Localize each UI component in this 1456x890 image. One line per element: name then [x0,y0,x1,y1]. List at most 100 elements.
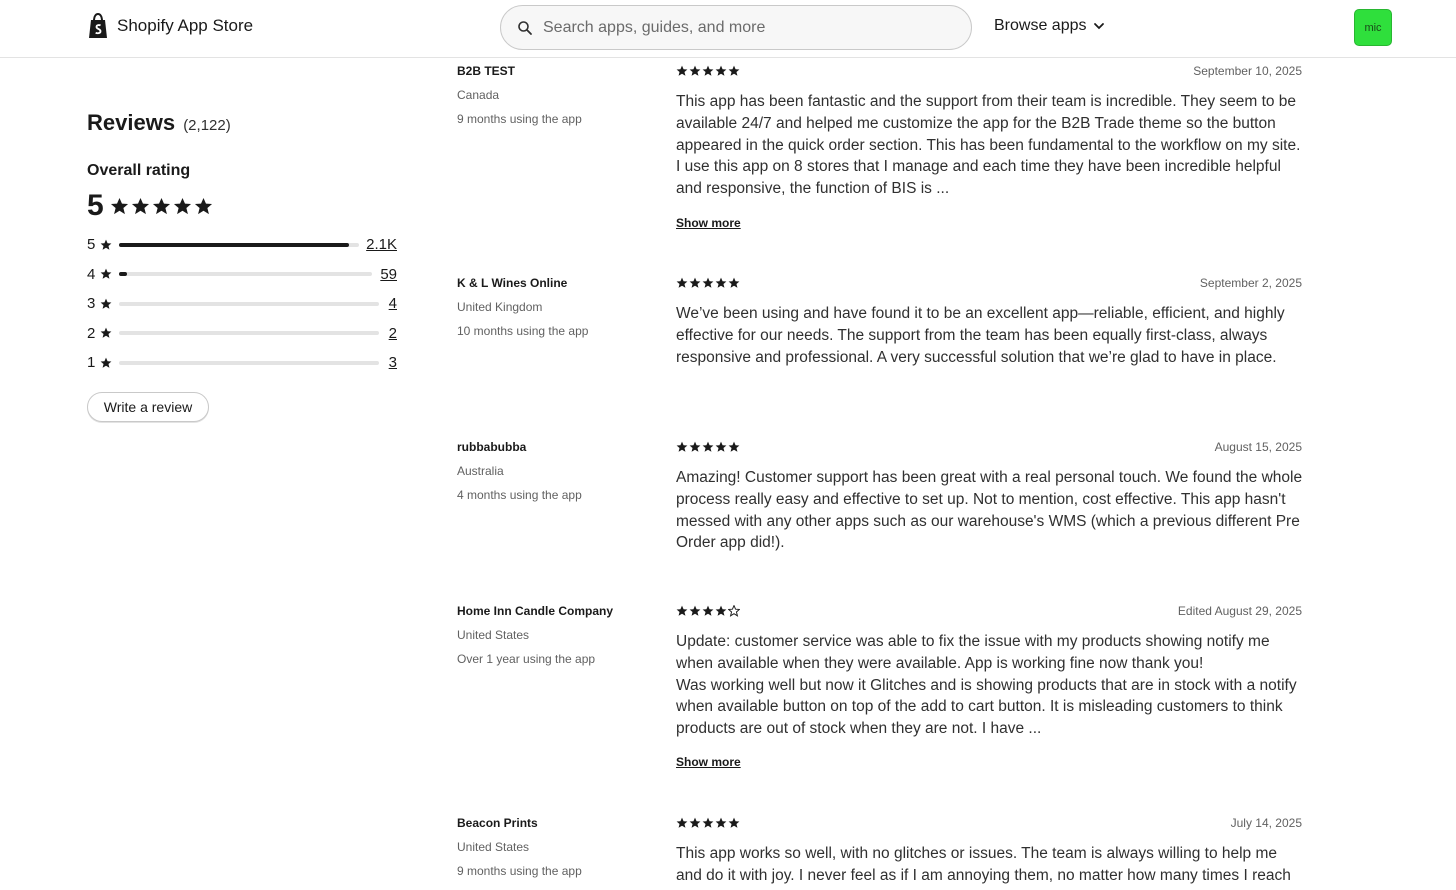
review-text: This app has been fantastic and the supp… [676,93,1301,198]
star-filled-icon [173,197,191,214]
review-date: August 15, 2025 [1214,440,1302,454]
star-filled-icon [715,817,727,828]
rating-bar-row[interactable]: 13 [87,348,397,378]
reviewer-country: Australia [457,464,504,478]
write-review-button[interactable]: Write a review [87,392,209,422]
review-text: This app works so well, with no glitches… [676,845,1291,890]
rating-bar-count-link[interactable]: 59 [380,266,397,283]
rating-bar-track [119,242,359,247]
reviewer-country: United States [457,628,530,642]
browse-apps-label: Browse apps [994,17,1087,34]
rating-bar-track [119,272,372,277]
star-icon [100,327,112,339]
star-icon [100,357,112,368]
reviewer-usage-duration: 9 months using the app [457,112,582,126]
review-rating-stars [676,277,740,289]
shopify-logo-link[interactable]: Shopify App Store [87,13,253,39]
star-filled-icon [728,817,740,828]
star-filled-icon [715,605,727,616]
rating-bar-fill [119,242,350,247]
reviewer-name: Beacon Prints [457,816,538,830]
rating-bar-fill [119,272,127,277]
star-filled-icon [728,277,740,288]
rating-bar-count-link[interactable]: 2.1K [366,236,397,253]
browse-apps-menu[interactable]: Browse apps [994,17,1105,35]
reviews-heading: Reviews (2,122) [87,110,231,136]
star-filled-icon [715,65,727,76]
shopify-bag-icon [89,13,107,38]
overall-rating: 5 [87,189,213,223]
star-icon [100,268,112,280]
review-text: Amazing! Customer support has been great… [676,469,1303,552]
star-filled-icon [702,817,714,828]
star-filled-icon [110,197,128,214]
review-text: We’ve been using and have found it to be… [676,305,1285,366]
star-filled-icon [715,441,727,452]
star-filled-icon [689,605,701,616]
rating-bar-count-link[interactable]: 4 [389,295,397,312]
overall-rating-value: 5 [87,189,104,222]
search-bar[interactable] [500,5,972,50]
review-date: July 14, 2025 [1230,816,1302,830]
review-rating-stars [676,65,740,77]
review-text: Update: customer service was able to fix… [676,633,1297,738]
star-filled-icon [715,277,727,288]
review-rating-stars [676,817,740,829]
star-filled-icon [702,605,714,616]
star-icon [100,239,112,250]
review-date: September 10, 2025 [1193,64,1302,78]
rating-bar-label: 5 [87,236,96,254]
overall-rating-label: Overall rating [87,162,191,179]
reviewer-usage-duration: 10 months using the app [457,324,589,338]
star-filled-icon [194,197,212,214]
show-more-link[interactable]: Show more [676,216,741,230]
star-filled-icon [676,605,688,616]
reviewer-name: rubbabubba [457,440,527,454]
star-filled-icon [689,817,701,828]
rating-bar-count-link[interactable]: 3 [389,354,397,371]
search-input[interactable] [543,18,943,37]
top-header: Shopify App Store Browse apps mic [0,0,1456,58]
account-avatar[interactable]: mic [1354,9,1392,46]
rating-bar-row[interactable]: 34 [87,289,397,319]
logo-text: Shopify App Store [117,16,254,35]
star-filled-icon [676,441,688,452]
reviews-title: Reviews [87,110,176,135]
star-filled-icon [676,65,688,76]
rating-distribution: 5 2.1K 4 59 3 4 2 2 1 3 [87,230,397,378]
star-filled-icon [728,65,740,76]
reviewer-usage-duration: Over 1 year using the app [457,652,596,666]
star-filled-icon [689,65,701,76]
reviewer-usage-duration: 9 months using the app [457,864,582,878]
review-date: September 2, 2025 [1199,276,1302,290]
star-filled-icon [689,441,701,452]
star-filled-icon [676,277,688,288]
rating-bar-track [119,360,379,365]
review-date: Edited August 29, 2025 [1177,604,1302,618]
rating-bar-row[interactable]: 22 [87,319,397,349]
rating-bar-track [119,301,379,306]
reviews-count: (2,122) [183,117,231,134]
star-empty-icon [728,605,740,617]
star-filled-icon [152,197,170,214]
reviewer-name: Home Inn Candle Company [457,604,614,618]
rating-bar-label: 2 [87,324,96,342]
review-rating-stars [676,441,740,453]
reviewer-country: Canada [457,88,500,102]
reviewer-usage-duration: 4 months using the app [457,488,582,502]
star-filled-icon [702,277,714,288]
show-more-link[interactable]: Show more [676,755,741,769]
rating-bar-row[interactable]: 4 59 [87,260,397,290]
review-rating-stars [676,605,740,617]
overall-rating-stars [110,197,213,216]
rating-bar-count-link[interactable]: 2 [389,325,397,342]
star-filled-icon [676,817,688,828]
rating-bar-row[interactable]: 5 2.1K [87,230,397,260]
rating-bar-label: 4 [87,265,96,283]
rating-bar-track [119,331,379,336]
reviewer-country: United Kingdom [457,300,543,314]
star-filled-icon [702,65,714,76]
search-icon [518,20,532,35]
rating-bar-label: 3 [87,295,96,313]
star-filled-icon [728,441,740,452]
